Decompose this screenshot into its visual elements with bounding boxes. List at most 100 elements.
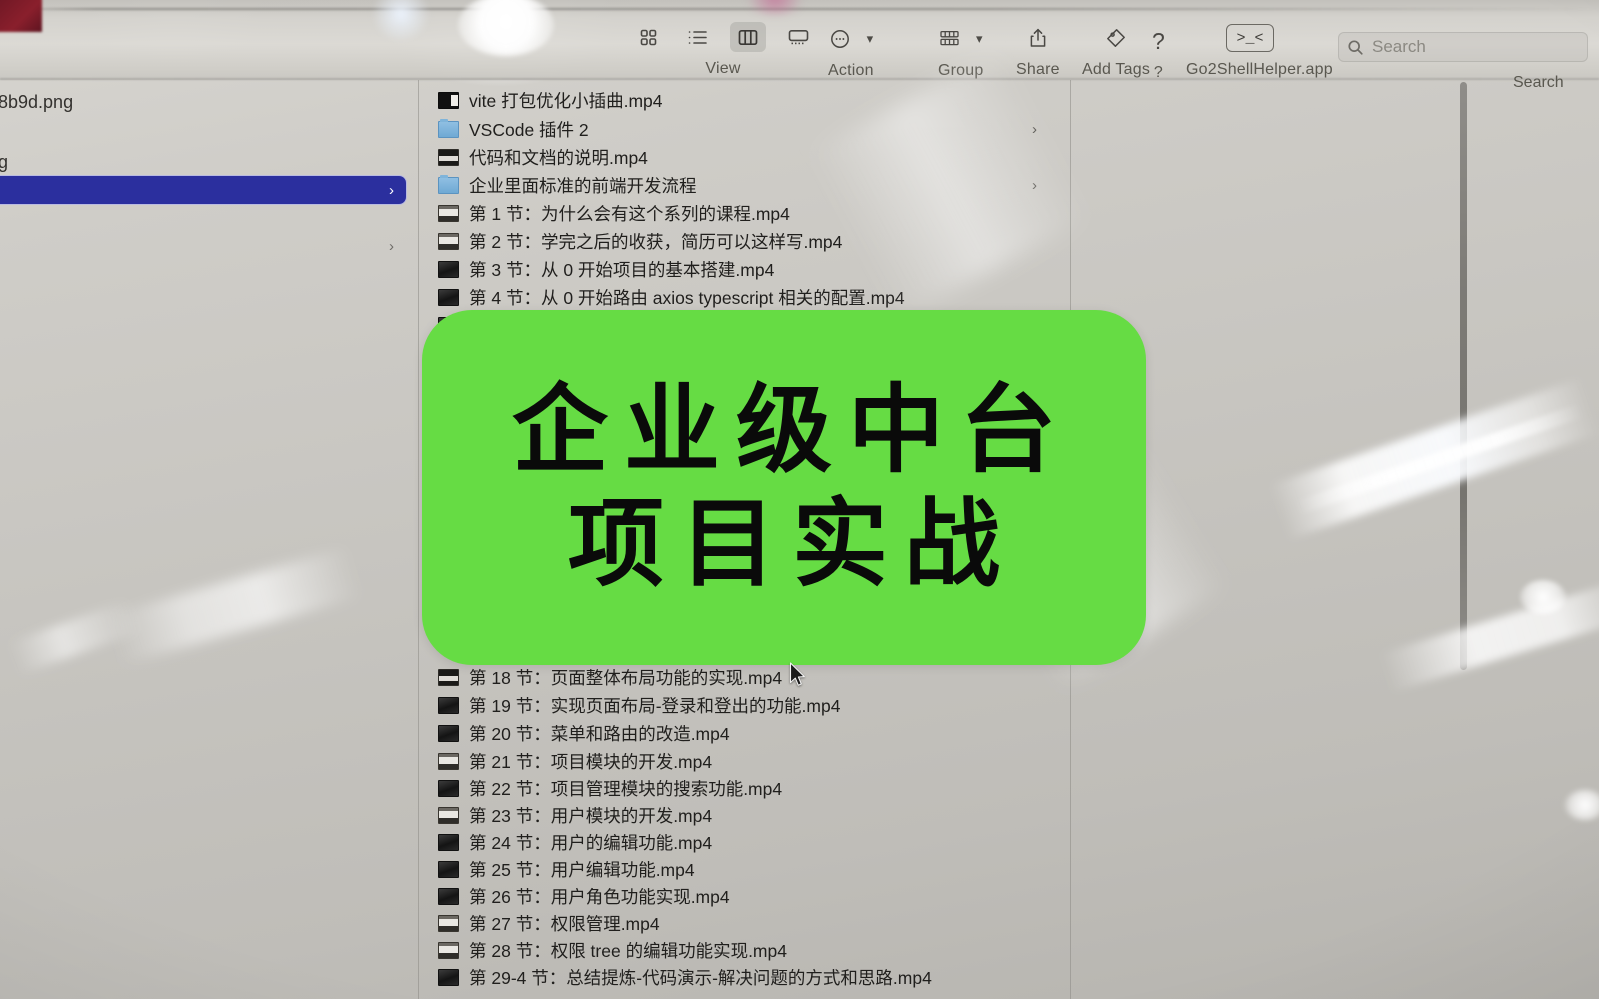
file-name: 第 26 节：用户角色功能实现.mp4 (469, 887, 730, 908)
chevron-right-icon[interactable]: › (1032, 121, 1037, 138)
table-row[interactable]: 第 18 节：页面整体布局功能的实现.mp4 (419, 664, 1070, 692)
table-row[interactable]: 第 4 节：从 0 开始路由 axios typescript 相关的配置.mp… (419, 284, 1070, 312)
chevron-right-icon[interactable]: › (1032, 177, 1037, 194)
file-name: 第 19 节：实现页面布局-登录和登出的功能.mp4 (469, 696, 841, 717)
table-row[interactable]: 第 2 节：学完之后的收获，简历可以这样写.mp4 (419, 228, 1070, 256)
video-thumbnail-icon (438, 289, 459, 307)
table-row[interactable]: 第 29-4 节：总结提炼-代码演示-解决问题的方式和思路.mp4 (419, 964, 1070, 992)
help-group[interactable]: ? ? (1152, 24, 1165, 82)
share-label: Share (1016, 61, 1060, 78)
table-row[interactable]: 第 3 节：从 0 开始项目的基本搭建.mp4 (419, 256, 1070, 284)
folder-icon (438, 119, 459, 139)
video-thumbnail-icon (438, 725, 459, 743)
file-name: 第 20 节：菜单和路由的改造.mp4 (469, 724, 730, 745)
add-tags-group[interactable]: Add Tags (1082, 21, 1150, 79)
list-icon (688, 30, 707, 44)
file-name: 代码和文档的说明.mp4 (469, 148, 648, 169)
video-thumbnail-icon (438, 261, 459, 279)
view-mode-group: View (630, 20, 816, 78)
list-item[interactable]: › (0, 232, 406, 260)
video-thumbnail-icon (438, 149, 459, 167)
video-thumbnail-icon (438, 233, 459, 251)
table-row[interactable]: 第 26 节：用户角色功能实现.mp4 (419, 883, 1070, 911)
search-placeholder: Search (1372, 37, 1426, 56)
folder-icon (438, 175, 459, 195)
action-group[interactable]: ▾ Action (828, 22, 874, 80)
go2shell-group[interactable]: >_< Go2ShellHelper.app (1186, 21, 1333, 79)
finder-toolbar: View ▾ Action ▾ Group Share Add Tags ? ?… (0, 12, 1599, 91)
ceiling-edge-line (0, 8, 1599, 10)
video-thumbnail-icon (438, 888, 459, 906)
table-row[interactable]: 第 28 节：权限 tree 的编辑功能实现.mp4 (419, 937, 1070, 965)
share-up-arrow-icon (1030, 28, 1046, 47)
overlay-title-line-1: 企业级中台 (512, 377, 1072, 485)
tag-icon (1107, 29, 1125, 47)
video-thumbnail-icon (438, 969, 459, 987)
gallery-view-button[interactable] (780, 22, 816, 52)
file-name: 第 23 节：用户模块的开发.mp4 (469, 806, 713, 827)
file-name: 第 3 节：从 0 开始项目的基本搭建.mp4 (469, 260, 775, 281)
table-row[interactable]: 第 23 节：用户模块的开发.mp4 (419, 802, 1070, 830)
circle-ellipsis-icon (830, 30, 849, 48)
video-thumbnail-icon (438, 697, 459, 715)
group-group[interactable]: ▾ Group (938, 22, 983, 80)
file-name: 第 25 节：用户编辑功能.mp4 (469, 860, 695, 881)
video-thumbnail-icon (438, 780, 459, 798)
file-name: 第 2 节：学完之后的收获，简历可以这样写.mp4 (469, 232, 843, 253)
file-name: 第 24 节：用户的编辑功能.mp4 (469, 833, 713, 854)
sidebar-item-label: g (0, 151, 9, 172)
overlay-title-line-2: 项目实战 (568, 490, 1016, 598)
table-row[interactable]: 第 1 节：为什么会有这个系列的课程.mp4 (419, 200, 1070, 228)
search-icon (1348, 39, 1363, 55)
action-label: Action (828, 62, 874, 79)
screen-photo: View ▾ Action ▾ Group Share Add Tags ? ?… (0, 0, 1599, 999)
column-view-button[interactable] (730, 22, 766, 52)
preview-column (1071, 80, 1599, 999)
file-name: vite 打包优化小插曲.mp4 (469, 91, 663, 112)
table-row[interactable]: 第 27 节：权限管理.mp4 (419, 910, 1070, 938)
table-row[interactable]: 第 24 节：用户的编辑功能.mp4 (419, 829, 1070, 857)
chevron-down-icon: ▾ (975, 31, 983, 46)
grid-icon (640, 29, 656, 45)
file-name: 企业里面标准的前端开发流程 (469, 176, 697, 197)
table-row[interactable]: 企业里面标准的前端开发流程 › (419, 172, 1070, 200)
terminal-prompt-icon: >_< (1226, 24, 1274, 52)
list-item-selected[interactable]: › (0, 176, 406, 204)
table-row[interactable]: 代码和文档的说明.mp4 (419, 144, 1070, 172)
file-name: 第 27 节：权限管理.mp4 (469, 914, 660, 935)
icon-view-button[interactable] (630, 22, 666, 52)
list-view-button[interactable] (680, 22, 716, 52)
list-item[interactable]: 8b9d.png (0, 88, 406, 116)
file-name: 第 1 节：为什么会有这个系列的课程.mp4 (469, 204, 790, 225)
file-name: 第 29-4 节：总结提炼-代码演示-解决问题的方式和思路.mp4 (469, 968, 932, 989)
file-name: 第 21 节：项目模块的开发.mp4 (469, 752, 713, 773)
video-thumbnail-icon (438, 807, 459, 825)
video-thumbnail-icon (438, 915, 459, 933)
table-row[interactable]: VSCode 插件 2 › (419, 116, 1070, 144)
file-name: 第 28 节：权限 tree 的编辑功能实现.mp4 (469, 941, 787, 962)
file-name: 第 4 节：从 0 开始路由 axios typescript 相关的配置.mp… (469, 288, 905, 309)
sidebar-item-label: 8b9d.png (0, 91, 74, 112)
search-input[interactable]: Search (1338, 32, 1588, 62)
chevron-right-icon: › (389, 237, 394, 255)
chevron-right-icon: › (389, 181, 394, 199)
video-thumbnail-icon (438, 753, 459, 771)
video-thumbnail-icon (438, 669, 459, 687)
table-row[interactable]: 第 20 节：菜单和路由的改造.mp4 (419, 720, 1070, 748)
columns-icon (738, 29, 758, 45)
chevron-down-icon: ▾ (866, 31, 874, 46)
video-thumbnail-icon (438, 861, 459, 879)
gallery-icon (788, 29, 808, 44)
sidebar-column: 8b9d.png g › › (0, 80, 418, 999)
table-row[interactable]: 第 25 节：用户编辑功能.mp4 (419, 856, 1070, 884)
green-title-overlay: 企业级中台 项目实战 (422, 310, 1146, 665)
video-thumbnail-icon (438, 942, 459, 960)
table-row[interactable]: 第 22 节：项目管理模块的搜索功能.mp4 (419, 775, 1070, 803)
list-item[interactable]: g (0, 148, 406, 176)
table-row[interactable]: 第 19 节：实现页面布局-登录和登出的功能.mp4 (419, 692, 1070, 720)
table-row[interactable]: 第 21 节：项目模块的开发.mp4 (419, 748, 1070, 776)
table-row[interactable]: vite 打包优化小插曲.mp4 (419, 87, 1070, 115)
share-group[interactable]: Share (1016, 21, 1060, 79)
file-name: 第 18 节：页面整体布局功能的实现.mp4 (469, 668, 783, 689)
video-thumbnail-icon (438, 205, 459, 223)
